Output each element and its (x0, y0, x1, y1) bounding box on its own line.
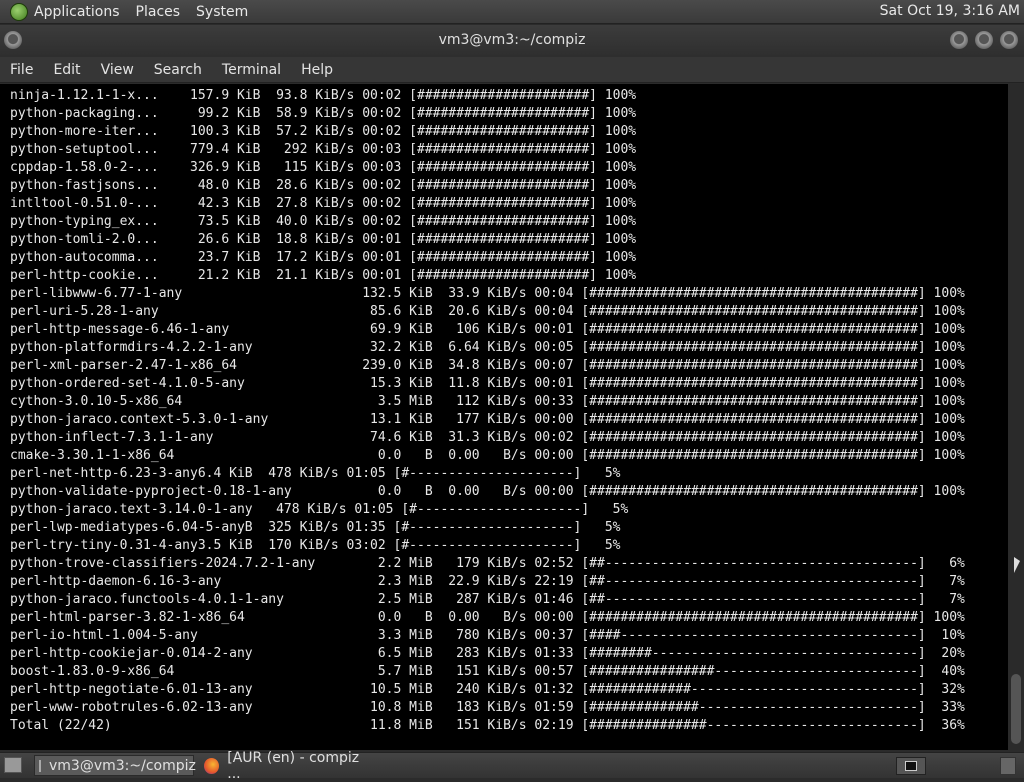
terminal-line: cppdap-1.58.0-2-... 326.9 KiB 115 KiB/s … (10, 160, 637, 175)
menu-edit[interactable]: Edit (53, 62, 80, 78)
bottom-panel: vm3@vm3:~/compiz [AUR (en) - compiz ... (0, 750, 1024, 782)
top-panel: Applications Places System Sat Oct 19, 3… (0, 0, 1024, 24)
distro-logo-icon[interactable] (10, 2, 28, 21)
terminal-line: cython-3.0.10-5-x86_64 3.5 MiB 112 KiB/s… (10, 394, 965, 409)
places-menu[interactable]: Places (136, 4, 181, 20)
terminal-line: python-jaraco.text-3.14.0-1-any 478 KiB/… (10, 502, 629, 517)
menu-help[interactable]: Help (301, 62, 333, 78)
terminal-line: python-inflect-7.3.1-1-any 74.6 KiB 31.3… (10, 430, 965, 445)
taskbar-item-label: [AUR (en) - compiz ... (227, 749, 360, 782)
workspace-switcher-icon[interactable] (896, 757, 926, 775)
terminal-line: perl-xml-parser-2.47-1-x86_64 239.0 KiB … (10, 358, 965, 373)
terminal-output[interactable]: ninja-1.12.1-1-x... 157.9 KiB 93.8 KiB/s… (0, 84, 1008, 750)
show-desktop-icon[interactable] (4, 757, 22, 773)
applications-menu[interactable]: Applications (34, 4, 120, 20)
window-title: vm3@vm3:~/compiz (438, 32, 586, 48)
terminal-menubar: File Edit View Search Terminal Help (0, 57, 1024, 83)
terminal-line: python-more-iter... 100.3 KiB 57.2 KiB/s… (10, 124, 637, 139)
terminal-line: boost-1.83.0-9-x86_64 5.7 MiB 151 KiB/s … (10, 664, 965, 679)
terminal-line: python-autocomma... 23.7 KiB 17.2 KiB/s … (10, 250, 637, 265)
terminal-line: perl-http-message-6.46-1-any 69.9 KiB 10… (10, 322, 965, 337)
taskbar-item-terminal[interactable]: vm3@vm3:~/compiz (34, 755, 196, 776)
terminal-line: python-trove-classifiers-2024.7.2-1-any … (10, 556, 965, 571)
minimize-button[interactable] (950, 31, 968, 49)
terminal-line: perl-libwww-6.77-1-any 132.5 KiB 33.9 Ki… (10, 286, 965, 301)
terminal-line: python-validate-pyproject-0.18-1-any 0.0… (10, 484, 965, 499)
terminal-line: intltool-0.51.0-... 42.3 KiB 27.8 KiB/s … (10, 196, 637, 211)
menu-terminal[interactable]: Terminal (222, 62, 281, 78)
menu-search[interactable]: Search (154, 62, 202, 78)
window-titlebar[interactable]: vm3@vm3:~/compiz (0, 25, 1024, 57)
terminal-line: python-platformdirs-4.2.2-1-any 32.2 KiB… (10, 340, 965, 355)
taskbar-item-firefox[interactable]: [AUR (en) - compiz ... (200, 750, 370, 782)
menu-view[interactable]: View (101, 62, 134, 78)
menu-file[interactable]: File (10, 62, 33, 78)
terminal-line: Total (22/42) 11.8 MiB 151 KiB/s 02:19 [… (10, 718, 965, 733)
terminal-line: python-ordered-set-4.1.0-5-any 15.3 KiB … (10, 376, 965, 391)
terminal-line: perl-io-html-1.004-5-any 3.3 MiB 780 KiB… (10, 628, 965, 643)
system-menu[interactable]: System (196, 4, 248, 20)
terminal-line: ninja-1.12.1-1-x... 157.9 KiB 93.8 KiB/s… (10, 88, 637, 103)
maximize-button[interactable] (975, 31, 993, 49)
terminal-line: perl-html-parser-3.82-1-x86_64 0.0 B 0.0… (10, 610, 965, 625)
terminal-line: python-setuptool... 779.4 KiB 292 KiB/s … (10, 142, 637, 157)
terminal-line: perl-www-robotrules-6.02-13-any 10.8 MiB… (10, 700, 965, 715)
terminal-line: python-packaging... 99.2 KiB 58.9 KiB/s … (10, 106, 637, 121)
terminal-line: perl-http-daemon-6.16-3-any 2.3 MiB 22.9… (10, 574, 965, 589)
scrollbar-thumb[interactable] (1011, 674, 1021, 744)
terminal-line: perl-net-http-6.23-3-any6.4 KiB 478 KiB/… (10, 466, 621, 481)
firefox-icon (204, 757, 220, 774)
terminal-line: python-jaraco.functools-4.0.1-1-any 2.5 … (10, 592, 965, 607)
taskbar-item-label: vm3@vm3:~/compiz (49, 757, 196, 774)
terminal-line: perl-lwp-mediatypes-6.04-5-anyB 325 KiB/… (10, 520, 621, 535)
terminal-line: perl-http-negotiate-6.01-13-any 10.5 MiB… (10, 682, 965, 697)
terminal-line: cmake-3.30.1-1-x86_64 0.0 B 0.00 B/s 00:… (10, 448, 965, 463)
terminal-line: perl-http-cookiejar-0.014-2-any 6.5 MiB … (10, 646, 965, 661)
terminal-icon (39, 759, 41, 772)
terminal-line: python-tomli-2.0... 26.6 KiB 18.8 KiB/s … (10, 232, 637, 247)
terminal-line: perl-http-cookie... 21.2 KiB 21.1 KiB/s … (10, 268, 637, 283)
trash-icon[interactable] (1000, 757, 1016, 775)
terminal-line: perl-uri-5.28-1-any 85.6 KiB 20.6 KiB/s … (10, 304, 965, 319)
mouse-pointer-icon (1014, 557, 1020, 573)
close-button[interactable] (1000, 31, 1018, 49)
clock[interactable]: Sat Oct 19, 3:16 AM (880, 3, 1020, 19)
terminal-line: perl-try-tiny-0.31-4-any3.5 KiB 170 KiB/… (10, 538, 621, 553)
terminal-line: python-fastjsons... 48.0 KiB 28.6 KiB/s … (10, 178, 637, 193)
terminal-scrollbar[interactable] (1008, 84, 1024, 750)
terminal-line: python-jaraco.context-5.3.0-1-any 13.1 K… (10, 412, 965, 427)
terminal-line: python-typing_ex... 73.5 KiB 40.0 KiB/s … (10, 214, 637, 229)
